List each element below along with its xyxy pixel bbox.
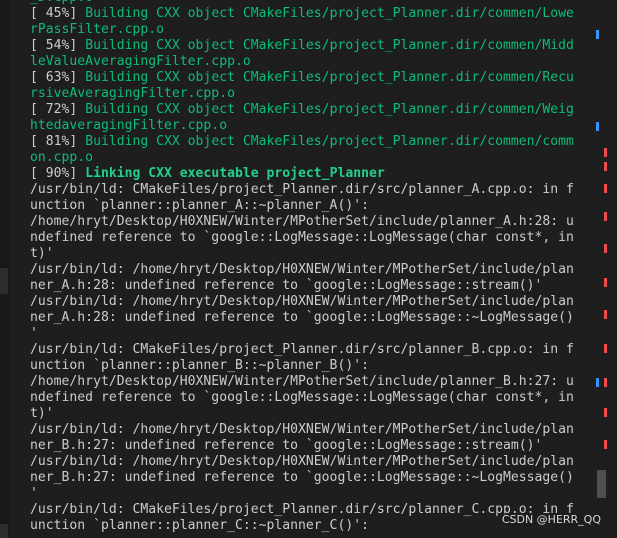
terminal-line: /usr/bin/ld: CMakeFiles/project_Planner.… bbox=[30, 182, 590, 198]
terminal-line: /usr/bin/ld: /home/hryt/Desktop/H0XNEW/W… bbox=[30, 262, 590, 278]
progress-percent: [ 45%] bbox=[30, 6, 86, 21]
ruler-marker-error bbox=[604, 344, 607, 353]
progress-percent: [ 63%] bbox=[30, 70, 86, 85]
terminal-line-text: ner_B.h:27: undefined reference to `goog… bbox=[30, 438, 543, 453]
gutter-marker bbox=[0, 268, 8, 294]
terminal-line-text: Building CXX object CMakeFiles/project_P… bbox=[85, 70, 574, 85]
terminal-line-text: on.cpp.o bbox=[30, 150, 94, 165]
terminal-line-text: /usr/bin/ld: /home/hryt/Desktop/H0XNEW/W… bbox=[30, 262, 574, 277]
ruler-marker-error bbox=[604, 408, 607, 417]
progress-percent: [ 54%] bbox=[30, 38, 86, 53]
terminal-line: [ 63%] Building CXX object CMakeFiles/pr… bbox=[30, 70, 590, 86]
scrollbar-thumb[interactable] bbox=[597, 470, 606, 498]
terminal-line: unction `planner::planner_B::~planner_B(… bbox=[30, 358, 590, 374]
terminal-line: ner_A.h:28: undefined reference to `goog… bbox=[30, 310, 590, 326]
progress-percent: [ 90%] bbox=[30, 166, 86, 181]
ruler-marker-error bbox=[604, 378, 607, 387]
terminal-line-text: Building CXX object CMakeFiles/project_P… bbox=[85, 38, 574, 53]
terminal-output[interactable]: _D.cpp.o[ 45%] Building CXX object CMake… bbox=[30, 0, 590, 534]
terminal-line-text: /home/hryt/Desktop/H0XNEW/Winter/MPother… bbox=[30, 214, 574, 229]
terminal-line: htedaveragingFilter.cpp.o bbox=[30, 118, 590, 134]
ruler-marker-error bbox=[604, 278, 607, 287]
terminal-line-text: Building CXX object CMakeFiles/project_P… bbox=[85, 102, 574, 117]
terminal-line-text: rsiveAveragingFilter.cpp.o bbox=[30, 86, 235, 101]
terminal-line-text: unction `planner::planner_B::~planner_B(… bbox=[30, 358, 369, 373]
terminal-line-text: /usr/bin/ld: CMakeFiles/project_Planner.… bbox=[30, 502, 574, 517]
terminal-line-text: ndefined reference to `google::LogMessag… bbox=[30, 390, 574, 405]
terminal-line-text: leValueAveragingFilter.cpp.o bbox=[30, 54, 251, 69]
ruler-marker-info bbox=[596, 378, 599, 387]
terminal-line-text: t)' bbox=[30, 406, 54, 421]
terminal-line-text: /usr/bin/ld: /home/hryt/Desktop/H0XNEW/W… bbox=[30, 454, 574, 469]
terminal-line: [ 45%] Building CXX object CMakeFiles/pr… bbox=[30, 6, 590, 22]
terminal-line-text: unction `planner::planner_C::~planner_C(… bbox=[30, 518, 369, 533]
ruler-marker-error bbox=[604, 244, 607, 253]
ruler-marker-error bbox=[604, 440, 607, 449]
terminal-line: ner_A.h:28: undefined reference to `goog… bbox=[30, 278, 590, 294]
terminal-line-text: ndefined reference to `google::LogMessag… bbox=[30, 230, 574, 245]
gutter-marker bbox=[0, 524, 8, 538]
ruler-marker-info bbox=[596, 122, 599, 131]
ruler-marker-error bbox=[604, 310, 607, 319]
terminal-line: /home/hryt/Desktop/H0XNEW/Winter/MPother… bbox=[30, 374, 590, 390]
terminal-line: ' bbox=[30, 486, 590, 502]
terminal-line: rPassFilter.cpp.o bbox=[30, 22, 590, 38]
terminal-line-text: /usr/bin/ld: CMakeFiles/project_Planner.… bbox=[30, 342, 574, 357]
watermark: CSDN @HERR_QQ bbox=[499, 513, 603, 526]
terminal-line: /usr/bin/ld: /home/hryt/Desktop/H0XNEW/W… bbox=[30, 422, 590, 438]
terminal-line: [ 81%] Building CXX object CMakeFiles/pr… bbox=[30, 134, 590, 150]
terminal-line: [ 54%] Building CXX object CMakeFiles/pr… bbox=[30, 38, 590, 54]
progress-percent: [ 81%] bbox=[30, 134, 86, 149]
terminal-line: t)' bbox=[30, 406, 590, 422]
terminal-line: ner_B.h:27: undefined reference to `goog… bbox=[30, 438, 590, 454]
terminal-line: /usr/bin/ld: /home/hryt/Desktop/H0XNEW/W… bbox=[30, 454, 590, 470]
terminal-line-text: _D.cpp.o bbox=[30, 0, 93, 5]
ruler-marker-error bbox=[604, 184, 607, 193]
terminal-line: ndefined reference to `google::LogMessag… bbox=[30, 390, 590, 406]
ruler-marker-error bbox=[604, 162, 607, 171]
terminal-line: [ 72%] Building CXX object CMakeFiles/pr… bbox=[30, 102, 590, 118]
terminal-line-text: htedaveragingFilter.cpp.o bbox=[30, 118, 228, 133]
terminal-line: /usr/bin/ld: CMakeFiles/project_Planner.… bbox=[30, 342, 590, 358]
terminal-line-text: unction `planner::planner_A::~planner_A(… bbox=[30, 198, 369, 213]
terminal-line: [ 90%] Linking CXX executable project_Pl… bbox=[30, 166, 590, 182]
overview-ruler[interactable] bbox=[596, 0, 617, 538]
ruler-marker-error bbox=[604, 148, 607, 157]
progress-percent: [ 72%] bbox=[30, 102, 86, 117]
terminal-line-text: ' bbox=[30, 326, 38, 341]
terminal-line-text: Building CXX object CMakeFiles/project_P… bbox=[85, 134, 574, 149]
terminal-line-text: /usr/bin/ld: CMakeFiles/project_Planner.… bbox=[30, 182, 574, 197]
terminal-line: unction `planner::planner_A::~planner_A(… bbox=[30, 198, 590, 214]
terminal-line-text: Linking CXX executable project_Planner bbox=[85, 166, 385, 181]
terminal-line: rsiveAveragingFilter.cpp.o bbox=[30, 86, 590, 102]
terminal-line-text: rPassFilter.cpp.o bbox=[30, 22, 165, 37]
terminal-line-text: ' bbox=[30, 486, 38, 501]
terminal-line: ner_B.h:27: undefined reference to `goog… bbox=[30, 470, 590, 486]
terminal-line: ndefined reference to `google::LogMessag… bbox=[30, 230, 590, 246]
terminal-line-text: /usr/bin/ld: /home/hryt/Desktop/H0XNEW/W… bbox=[30, 422, 574, 437]
terminal-line: ' bbox=[30, 326, 590, 342]
terminal-line-text: ner_A.h:28: undefined reference to `goog… bbox=[30, 278, 543, 293]
terminal-line-text: /home/hryt/Desktop/H0XNEW/Winter/MPother… bbox=[30, 374, 574, 389]
terminal-panel[interactable]: _D.cpp.o[ 45%] Building CXX object CMake… bbox=[0, 0, 617, 538]
terminal-line-text: t)' bbox=[30, 246, 54, 261]
editor-gutter bbox=[0, 0, 10, 538]
ruler-marker-error bbox=[604, 212, 607, 221]
terminal-line-text: ner_B.h:27: undefined reference to `goog… bbox=[30, 470, 574, 485]
terminal-line: /usr/bin/ld: /home/hryt/Desktop/H0XNEW/W… bbox=[30, 294, 590, 310]
terminal-line: /home/hryt/Desktop/H0XNEW/Winter/MPother… bbox=[30, 214, 590, 230]
terminal-line: on.cpp.o bbox=[30, 150, 590, 166]
terminal-line-text: Building CXX object CMakeFiles/project_P… bbox=[85, 6, 574, 21]
terminal-line-text: /usr/bin/ld: /home/hryt/Desktop/H0XNEW/W… bbox=[30, 294, 574, 309]
ruler-marker-info bbox=[596, 30, 599, 39]
terminal-line: t)' bbox=[30, 246, 590, 262]
terminal-line: leValueAveragingFilter.cpp.o bbox=[30, 54, 590, 70]
terminal-line-text: ner_A.h:28: undefined reference to `goog… bbox=[30, 310, 574, 325]
